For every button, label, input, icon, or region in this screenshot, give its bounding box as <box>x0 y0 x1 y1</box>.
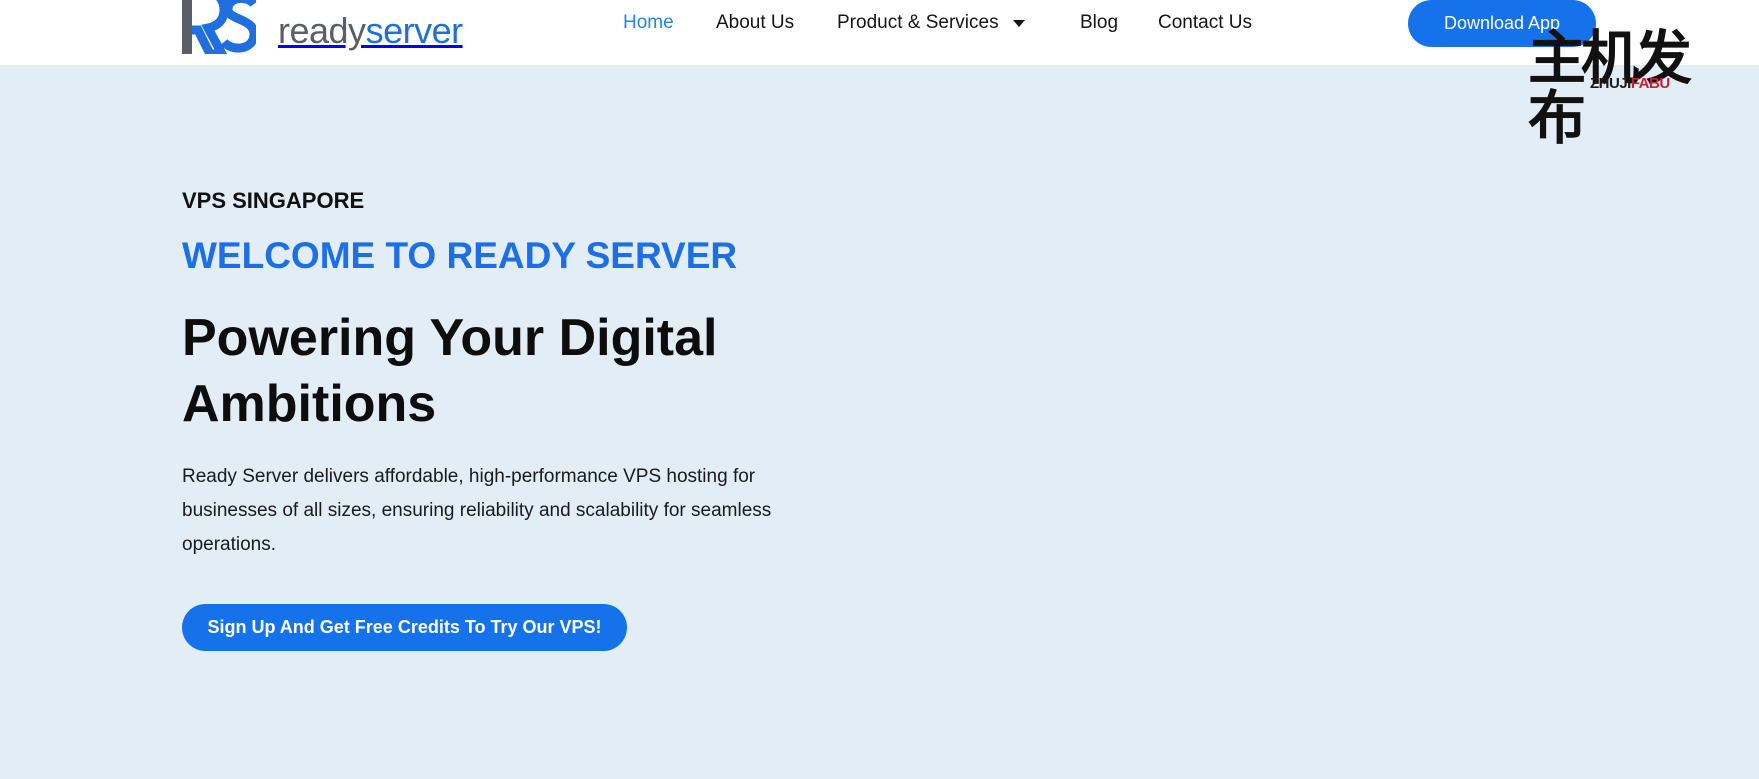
site-header: readyserver Home About Us Product & Serv… <box>0 0 1759 66</box>
signup-cta-button[interactable]: Sign Up And Get Free Credits To Try Our … <box>182 604 627 651</box>
hero-description: Ready Server delivers affordable, high-p… <box>182 466 772 555</box>
rs-logo-icon <box>182 0 256 54</box>
watermark-latin-a: ZHUJI <box>1590 75 1631 92</box>
caret-down-icon <box>1012 19 1025 27</box>
hero-eyebrow: VPS SINGAPORE <box>182 188 365 213</box>
brand-word-server: server <box>365 10 464 51</box>
nav-about-us[interactable]: About Us <box>716 12 794 34</box>
brand-logo[interactable]: readyserver <box>182 0 463 54</box>
watermark-latin-b: FABU <box>1630 75 1670 92</box>
nav-product-services[interactable]: Product & Services <box>837 12 1025 34</box>
nav-blog[interactable]: Blog <box>1080 12 1118 34</box>
nav-home[interactable]: Home <box>623 12 674 34</box>
nav-product-services-label: Product & Services <box>837 12 999 33</box>
watermark: 主机发布 ZHUJIFABU <box>1528 28 1732 148</box>
hero-welcome: WELCOME TO READY SERVER <box>182 235 738 276</box>
brand-wordmark: readyserver <box>278 13 463 49</box>
nav-contact-us[interactable]: Contact Us <box>1158 12 1252 34</box>
hero-headline: Powering Your Digital Ambitions <box>182 309 718 433</box>
watermark-latin: ZHUJIFABU <box>1590 76 1670 91</box>
brand-word-ready: ready <box>278 10 366 51</box>
